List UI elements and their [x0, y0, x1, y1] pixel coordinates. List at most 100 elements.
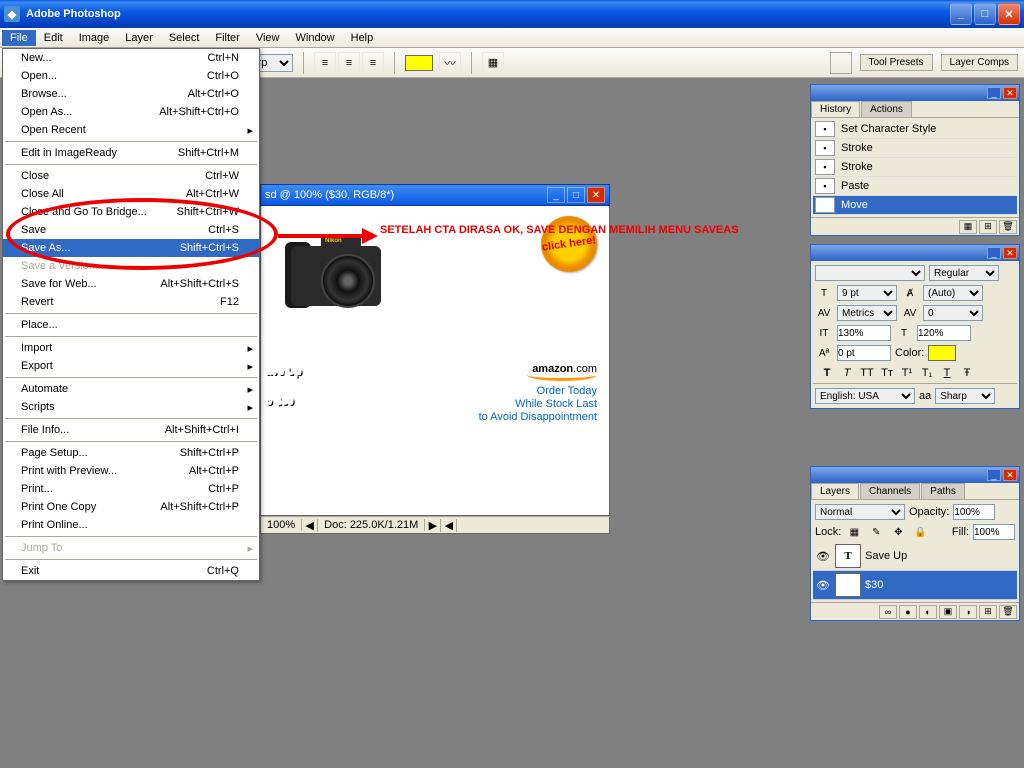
menu-filter[interactable]: Filter — [207, 30, 247, 46]
file-menu-item[interactable]: Edit in ImageReadyShift+Ctrl+M — [3, 144, 259, 162]
brush-preset-icon[interactable] — [830, 52, 852, 74]
layer-comps-tab[interactable]: Layer Comps — [941, 54, 1018, 71]
history-item[interactable]: ▪Set Character Style — [813, 120, 1017, 139]
history-item[interactable]: ▪Stroke — [813, 158, 1017, 177]
font-family-panel-select[interactable] — [815, 265, 925, 281]
menu-window[interactable]: Window — [288, 30, 343, 46]
layer-style-button[interactable]: ● — [899, 605, 917, 619]
hscale-input[interactable] — [837, 325, 891, 341]
document-canvas[interactable]: click here! Nikon ave Upo $30 amazon.com… — [260, 206, 610, 516]
lock-pixels-button[interactable]: ✎ — [867, 524, 885, 540]
language-select[interactable]: English: USA — [815, 388, 915, 404]
history-item[interactable]: ▪Stroke — [813, 139, 1017, 158]
history-tab[interactable]: History — [811, 101, 860, 117]
align-right-button[interactable]: ≡ — [362, 52, 384, 74]
file-menu-item[interactable]: Automate — [3, 380, 259, 398]
menu-view[interactable]: View — [248, 30, 288, 46]
file-menu-item[interactable]: ExitCtrl+Q — [3, 562, 259, 580]
status-prev-button[interactable]: ◀ — [302, 519, 318, 532]
layer-delete-button[interactable]: 🗑 — [999, 605, 1017, 619]
visibility-icon[interactable]: 👁 — [815, 579, 831, 592]
status-menu-button[interactable]: ▶ — [425, 519, 441, 532]
strike-button[interactable]: Ŧ — [959, 367, 975, 379]
char-close-button[interactable]: ✕ — [1003, 247, 1017, 259]
file-menu-item[interactable]: Close and Go To Bridge...Shift+Ctrl+W — [3, 203, 259, 221]
lock-position-button[interactable]: ✥ — [889, 524, 907, 540]
actions-tab[interactable]: Actions — [861, 101, 912, 117]
file-menu-item[interactable]: Scripts — [3, 398, 259, 416]
file-menu-item[interactable]: Page Setup...Shift+Ctrl+P — [3, 444, 259, 462]
file-menu-item[interactable]: Print Online... — [3, 516, 259, 534]
doc-maximize-button[interactable]: □ — [567, 187, 585, 203]
kerning-select[interactable]: Metrics — [837, 305, 897, 321]
history-close-button[interactable]: ✕ — [1003, 87, 1017, 99]
leading-select[interactable]: (Auto) — [923, 285, 983, 301]
file-menu-item[interactable]: Save for Web...Alt+Shift+Ctrl+S — [3, 275, 259, 293]
menu-help[interactable]: Help — [343, 30, 382, 46]
antialias-panel-select[interactable]: Sharp — [935, 388, 995, 404]
layers-minimize-button[interactable]: _ — [987, 469, 1001, 481]
file-menu-item[interactable]: Print with Preview...Alt+Ctrl+P — [3, 462, 259, 480]
toggle-palettes-button[interactable]: ▦ — [482, 52, 504, 74]
file-menu-item[interactable]: Close AllAlt+Ctrl+W — [3, 185, 259, 203]
window-maximize-button[interactable]: □ — [974, 3, 996, 25]
file-menu-item[interactable]: Place... — [3, 316, 259, 334]
char-color-swatch[interactable] — [928, 345, 956, 361]
file-menu-item[interactable]: Open As...Alt+Shift+Ctrl+O — [3, 103, 259, 121]
char-minimize-button[interactable]: _ — [987, 247, 1001, 259]
file-menu-item[interactable]: Print...Ctrl+P — [3, 480, 259, 498]
menu-layer[interactable]: Layer — [117, 30, 161, 46]
layers-close-button[interactable]: ✕ — [1003, 469, 1017, 481]
smallcaps-button[interactable]: Tᴛ — [879, 367, 895, 379]
font-style-select[interactable]: Regular — [929, 265, 999, 281]
history-minimize-button[interactable]: _ — [987, 87, 1001, 99]
menu-file[interactable]: File — [2, 30, 36, 46]
doc-minimize-button[interactable]: _ — [547, 187, 565, 203]
layers-tab[interactable]: Layers — [811, 483, 859, 499]
file-menu-item[interactable]: Export — [3, 357, 259, 375]
paths-tab[interactable]: Paths — [921, 483, 965, 499]
lock-all-button[interactable]: 🔒 — [911, 524, 929, 540]
underline-button[interactable]: T — [939, 367, 955, 379]
status-scroll-button[interactable]: ◀ — [441, 519, 457, 532]
align-left-button[interactable]: ≡ — [314, 52, 336, 74]
zoom-display[interactable]: 100% — [261, 519, 302, 531]
window-minimize-button[interactable]: _ — [950, 3, 972, 25]
baseline-input[interactable] — [837, 345, 891, 361]
window-close-button[interactable]: ✕ — [998, 3, 1020, 25]
file-menu-item[interactable]: Open Recent — [3, 121, 259, 139]
history-item[interactable]: ▪Paste — [813, 177, 1017, 196]
doc-close-button[interactable]: ✕ — [587, 187, 605, 203]
file-menu-item[interactable]: SaveCtrl+S — [3, 221, 259, 239]
history-delete-button[interactable]: 🗑 — [999, 220, 1017, 234]
menu-edit[interactable]: Edit — [36, 30, 71, 46]
lock-transparency-button[interactable]: ▦ — [845, 524, 863, 540]
layer-new-button[interactable]: ⊞ — [979, 605, 997, 619]
file-menu-item[interactable]: Import — [3, 339, 259, 357]
bold-button[interactable]: T — [819, 367, 835, 379]
layer-item[interactable]: 👁TSave Up — [813, 542, 1017, 571]
layer-group-button[interactable]: ▣ — [939, 605, 957, 619]
font-size-panel-select[interactable]: 9 pt — [837, 285, 897, 301]
history-item[interactable]: ▪Move — [813, 196, 1017, 215]
history-new-button[interactable]: ⊞ — [979, 220, 997, 234]
document-titlebar[interactable]: sd @ 100% ($30, RGB/8*) _ □ ✕ — [260, 184, 610, 206]
tracking-select[interactable]: 0 — [923, 305, 983, 321]
subscript-button[interactable]: T₁ — [919, 367, 935, 379]
vscale-input[interactable] — [917, 325, 971, 341]
file-menu-item[interactable]: New...Ctrl+N — [3, 49, 259, 67]
fill-input[interactable] — [973, 524, 1015, 540]
layer-adjustment-button[interactable]: ◑ — [959, 605, 977, 619]
menu-select[interactable]: Select — [161, 30, 208, 46]
layer-link-button[interactable]: ∞ — [879, 605, 897, 619]
file-menu-item[interactable]: File Info...Alt+Shift+Ctrl+I — [3, 421, 259, 439]
file-menu-item[interactable]: Print One CopyAlt+Shift+Ctrl+P — [3, 498, 259, 516]
allcaps-button[interactable]: TT — [859, 367, 875, 379]
text-color-swatch[interactable] — [405, 55, 433, 71]
file-menu-item[interactable]: Save As...Shift+Ctrl+S — [3, 239, 259, 257]
blend-mode-select[interactable]: Normal — [815, 504, 905, 520]
menu-image[interactable]: Image — [71, 30, 118, 46]
align-center-button[interactable]: ≡ — [338, 52, 360, 74]
layer-item[interactable]: 👁T$30 — [813, 571, 1017, 600]
superscript-button[interactable]: T¹ — [899, 367, 915, 379]
